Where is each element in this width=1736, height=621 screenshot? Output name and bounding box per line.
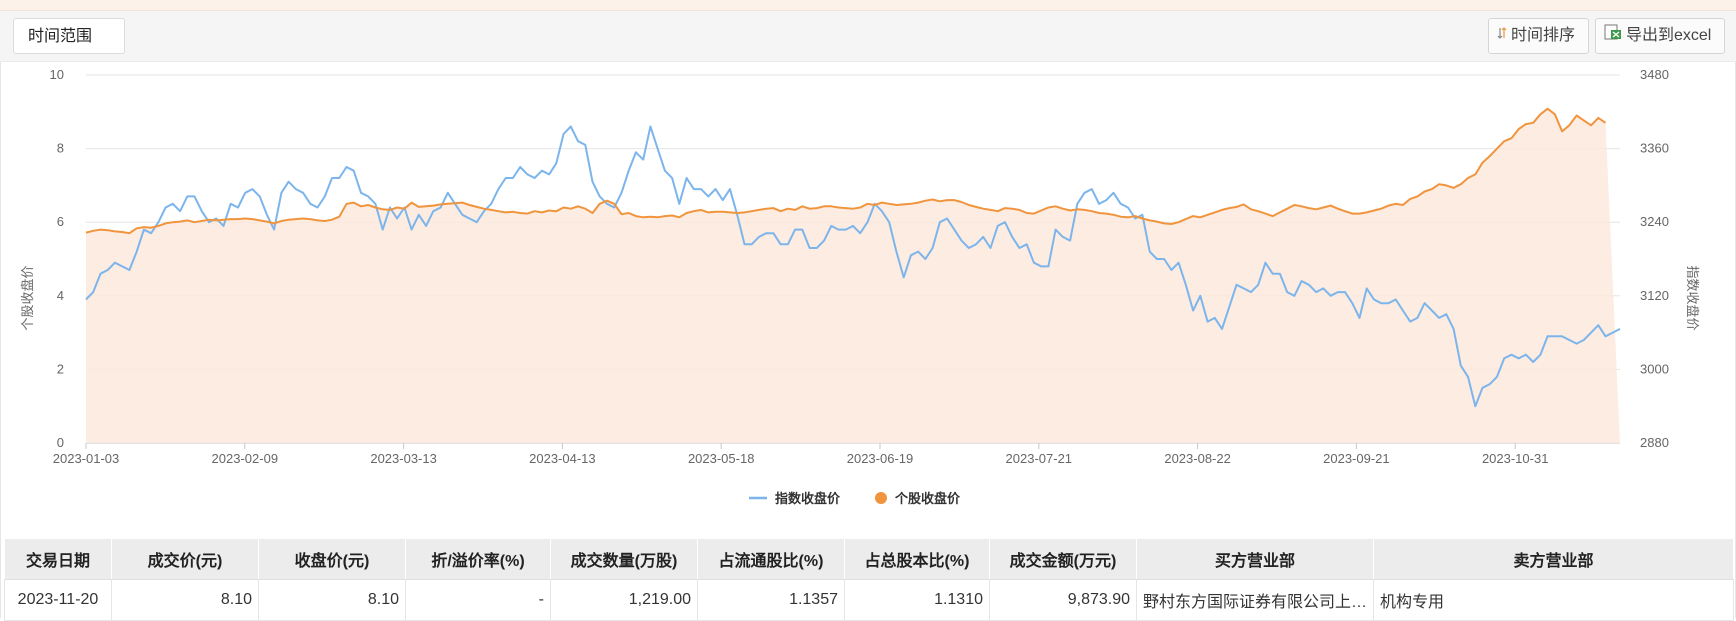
x-tick-label: 2023-07-21 [1006,451,1073,466]
x-axis: 2023-01-03 2023-02-09 2023-03-13 2023-04-13… [53,443,1549,466]
x-tick-label: 2023-06-19 [847,451,914,466]
legend: 指数收盘价 个股收盘价 [749,491,961,506]
y-right-tick-label: 3240 [1640,214,1669,229]
table-cell: 野村东方国际证券有限公司上… [1135,579,1375,621]
legend-item-stock[interactable]: 个股收盘价 [875,491,961,506]
x-tick-label: 2023-01-03 [53,451,120,466]
column-header[interactable]: 卖方营业部 [1373,538,1734,580]
y-left-tick-label: 8 [57,141,64,156]
legend-label-stock: 个股收盘价 [894,491,961,506]
column-header[interactable]: 收盘价(元) [258,538,406,580]
column-header[interactable]: 占总股本比(%) [844,538,990,580]
sort-arrows-icon [1497,19,1507,53]
table-cell: 2023-11-20 [4,579,112,621]
export-excel-button[interactable]: 导出到excel [1595,18,1725,54]
y-left-tick-label: 4 [57,288,64,303]
trade-table: 交易日期 成交价(元) 收盘价(元) 折/溢价率(%) 成交数量(万股) 占流通股比(%)… [4,538,1734,621]
excel-icon [1604,19,1622,53]
column-header[interactable]: 折/溢价率(%) [405,538,551,580]
y-axis-left-title: 个股收盘价 [20,265,35,330]
y-right-tick-label: 3000 [1640,361,1669,376]
x-tick-label: 2023-08-22 [1164,451,1231,466]
column-header[interactable]: 交易日期 [4,538,112,580]
y-axis-right: 2880 3000 3120 3240 3360 3480 [1640,67,1669,450]
x-tick-label: 2023-03-13 [370,451,437,466]
x-tick-label: 2023-04-13 [529,451,596,466]
y-left-tick-label: 10 [50,67,64,82]
toolbar: 时间范围 时间排序 导出到excel [0,11,1736,62]
column-header[interactable]: 成交数量(万股) [550,538,698,580]
y-axis-left: 0 2 4 6 8 10 [50,67,64,450]
column-header[interactable]: 成交金额(万元) [989,538,1137,580]
column-header[interactable]: 成交价(元) [111,538,259,580]
stock-area-fill [86,108,1620,443]
column-header[interactable]: 占流通股比(%) [697,538,845,580]
y-left-tick-label: 2 [57,361,64,376]
table-cell: 机构专用 [1373,579,1734,621]
table-cell: 1.1357 [697,579,845,621]
table-row[interactable]: 2023-11-20 8.10 8.10-1,219.00 1.1357 1.1310 9… [4,579,1734,621]
export-excel-label: 导出到excel [1626,27,1712,44]
legend-item-index[interactable]: 指数收盘价 [749,491,841,506]
time-sort-label: 时间排序 [1511,27,1576,44]
table-cell: - [405,579,551,621]
y-left-tick-label: 0 [57,435,64,450]
table-cell: 8.10 [111,579,259,621]
time-range-button[interactable]: 时间范围 [13,18,125,54]
time-sort-button[interactable]: 时间排序 [1488,18,1589,54]
y-right-tick-label: 3480 [1640,67,1669,82]
x-tick-label: 2023-10-31 [1482,451,1549,466]
top-accent-bar [0,0,1736,11]
table-cell: 8.10 [258,579,406,621]
y-axis-right-title: 指数收盘价 [1685,265,1700,330]
table-cell: 1.1310 [844,579,990,621]
table-cell: 9,873.90 [989,579,1137,621]
area-layer [86,108,1620,443]
y-right-tick-label: 3120 [1640,288,1669,303]
y-right-tick-label: 2880 [1640,435,1669,450]
legend-label-index: 指数收盘价 [775,491,841,506]
y-left-tick-label: 6 [57,214,64,229]
x-tick-label: 2023-05-18 [688,451,755,466]
y-right-tick-label: 3360 [1640,141,1669,156]
table-cell: 1,219.00 [550,579,698,621]
x-tick-label: 2023-09-21 [1323,451,1390,466]
x-tick-label: 2023-02-09 [212,451,279,466]
table-header-row: 交易日期 成交价(元) 收盘价(元) 折/溢价率(%) 成交数量(万股) 占流通股比(%)… [4,538,1734,580]
price-chart: 0 2 4 6 8 10 2880 3000 3120 3240 3360 3480 2023-01… [20,67,1700,506]
column-header[interactable]: 买方营业部 [1135,538,1375,580]
